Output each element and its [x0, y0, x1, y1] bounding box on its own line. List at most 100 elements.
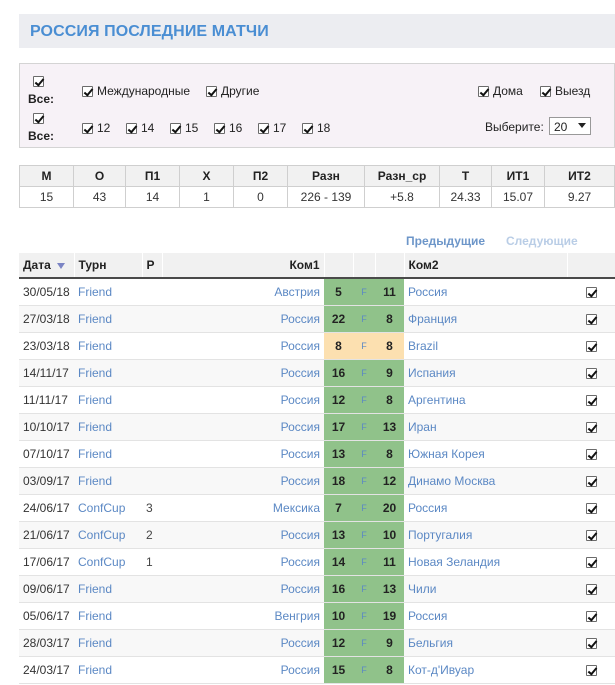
filter-other[interactable]: Другие: [206, 84, 259, 98]
filter-age-18[interactable]: 18: [302, 121, 330, 135]
row-checkbox[interactable]: [585, 502, 597, 514]
final-marker[interactable]: F: [353, 305, 375, 333]
tournament-link[interactable]: Friend: [74, 602, 142, 630]
filter-age-14[interactable]: 14: [126, 121, 154, 135]
checkbox-icon[interactable]: [478, 86, 489, 98]
row-checkbox[interactable]: [585, 529, 597, 541]
col-round[interactable]: Р: [142, 253, 163, 279]
team2-link[interactable]: Динамо Москва: [404, 467, 567, 495]
team1-link[interactable]: Россия: [162, 548, 324, 576]
prev-link[interactable]: Предыдущие: [406, 234, 485, 248]
team1-link[interactable]: Венгрия: [162, 602, 324, 630]
checkbox-icon[interactable]: [540, 86, 551, 98]
team1-link[interactable]: Мексика: [162, 494, 324, 522]
row-checkbox[interactable]: [585, 313, 597, 325]
team2-link[interactable]: Бельгия: [404, 629, 567, 657]
tournament-link[interactable]: ConfCup: [74, 494, 142, 522]
filter-age-17[interactable]: 17: [258, 121, 286, 135]
tournament-link[interactable]: Friend: [74, 656, 142, 684]
row-checkbox[interactable]: [585, 340, 597, 352]
final-marker[interactable]: F: [353, 629, 375, 657]
team1-link[interactable]: Россия: [162, 467, 324, 495]
row-checkbox[interactable]: [585, 637, 597, 649]
col-date[interactable]: Дата: [19, 253, 75, 279]
team1-link[interactable]: Россия: [162, 575, 324, 603]
tournament-link[interactable]: ConfCup: [74, 521, 142, 549]
checkbox-icon[interactable]: [214, 123, 225, 135]
tournament-link[interactable]: Friend: [74, 575, 142, 603]
team1-link[interactable]: Россия: [162, 521, 324, 549]
row-checkbox[interactable]: [585, 421, 597, 433]
filter-age-15[interactable]: 15: [170, 121, 198, 135]
tournament-link[interactable]: Friend: [74, 467, 142, 495]
tournament-link[interactable]: Friend: [74, 629, 142, 657]
col-tourn[interactable]: Турн: [74, 253, 143, 279]
team1-link[interactable]: Россия: [162, 629, 324, 657]
team2-link[interactable]: Южная Корея: [404, 440, 567, 468]
checkbox-icon[interactable]: [206, 86, 217, 98]
team2-link[interactable]: Иран: [404, 413, 567, 441]
team2-link[interactable]: Португалия: [404, 521, 567, 549]
all-ages-checkbox[interactable]: [33, 113, 44, 124]
team2-link[interactable]: Аргентина: [404, 386, 567, 414]
row-checkbox[interactable]: [585, 583, 597, 595]
team1-link[interactable]: Россия: [162, 440, 324, 468]
team2-link[interactable]: Россия: [404, 278, 567, 306]
checkbox-icon[interactable]: [82, 86, 93, 98]
row-checkbox[interactable]: [585, 287, 597, 299]
team2-link[interactable]: Чили: [404, 575, 567, 603]
count-select[interactable]: 20: [549, 117, 591, 135]
filter-age-16[interactable]: 16: [214, 121, 242, 135]
next-link[interactable]: Следующие: [506, 234, 578, 248]
team1-link[interactable]: Россия: [162, 332, 324, 360]
team2-link[interactable]: Новая Зеландия: [404, 548, 567, 576]
final-marker[interactable]: F: [353, 386, 375, 414]
team2-link[interactable]: Россия: [404, 602, 567, 630]
team1-link[interactable]: Россия: [162, 386, 324, 414]
row-checkbox[interactable]: [585, 610, 597, 622]
final-marker[interactable]: F: [353, 467, 375, 495]
checkbox-icon[interactable]: [302, 123, 313, 135]
filter-away[interactable]: Выезд: [540, 84, 590, 98]
row-checkbox[interactable]: [585, 475, 597, 487]
tournament-link[interactable]: Friend: [74, 440, 142, 468]
team2-link[interactable]: Россия: [404, 494, 567, 522]
team1-link[interactable]: Россия: [162, 359, 324, 387]
filter-age-12[interactable]: 12: [82, 121, 110, 135]
final-marker[interactable]: F: [353, 413, 375, 441]
final-marker[interactable]: F: [353, 332, 375, 360]
checkbox-icon[interactable]: [258, 123, 269, 135]
team1-link[interactable]: Австрия: [162, 278, 324, 306]
tournament-link[interactable]: Friend: [74, 386, 142, 414]
team1-link[interactable]: Россия: [162, 305, 324, 333]
team2-link[interactable]: Brazil: [404, 332, 567, 360]
all-types-checkbox[interactable]: [33, 76, 44, 87]
team2-link[interactable]: Испания: [404, 359, 567, 387]
final-marker[interactable]: F: [353, 494, 375, 522]
final-marker[interactable]: F: [353, 359, 375, 387]
row-checkbox[interactable]: [585, 394, 597, 406]
tournament-link[interactable]: Friend: [74, 278, 142, 306]
filter-home[interactable]: Дома: [478, 84, 523, 98]
final-marker[interactable]: F: [353, 521, 375, 549]
tournament-link[interactable]: Friend: [74, 413, 142, 441]
checkbox-icon[interactable]: [170, 123, 181, 135]
tournament-link[interactable]: ConfCup: [74, 548, 142, 576]
row-checkbox[interactable]: [585, 367, 597, 379]
team2-link[interactable]: Франция: [404, 305, 567, 333]
col-team1[interactable]: Ком1: [162, 253, 325, 279]
row-checkbox[interactable]: [585, 556, 597, 568]
tournament-link[interactable]: Friend: [74, 359, 142, 387]
final-marker[interactable]: F: [353, 575, 375, 603]
checkbox-icon[interactable]: [82, 123, 93, 135]
filter-international[interactable]: Международные: [82, 84, 190, 98]
team1-link[interactable]: Россия: [162, 413, 324, 441]
final-marker[interactable]: F: [353, 656, 375, 684]
team1-link[interactable]: Россия: [162, 656, 324, 684]
col-team2[interactable]: Ком2: [404, 253, 568, 279]
team2-link[interactable]: Кот-д'Ивуар: [404, 656, 567, 684]
tournament-link[interactable]: Friend: [74, 305, 142, 333]
row-checkbox[interactable]: [585, 448, 597, 460]
checkbox-icon[interactable]: [126, 123, 137, 135]
row-checkbox[interactable]: [585, 664, 597, 676]
